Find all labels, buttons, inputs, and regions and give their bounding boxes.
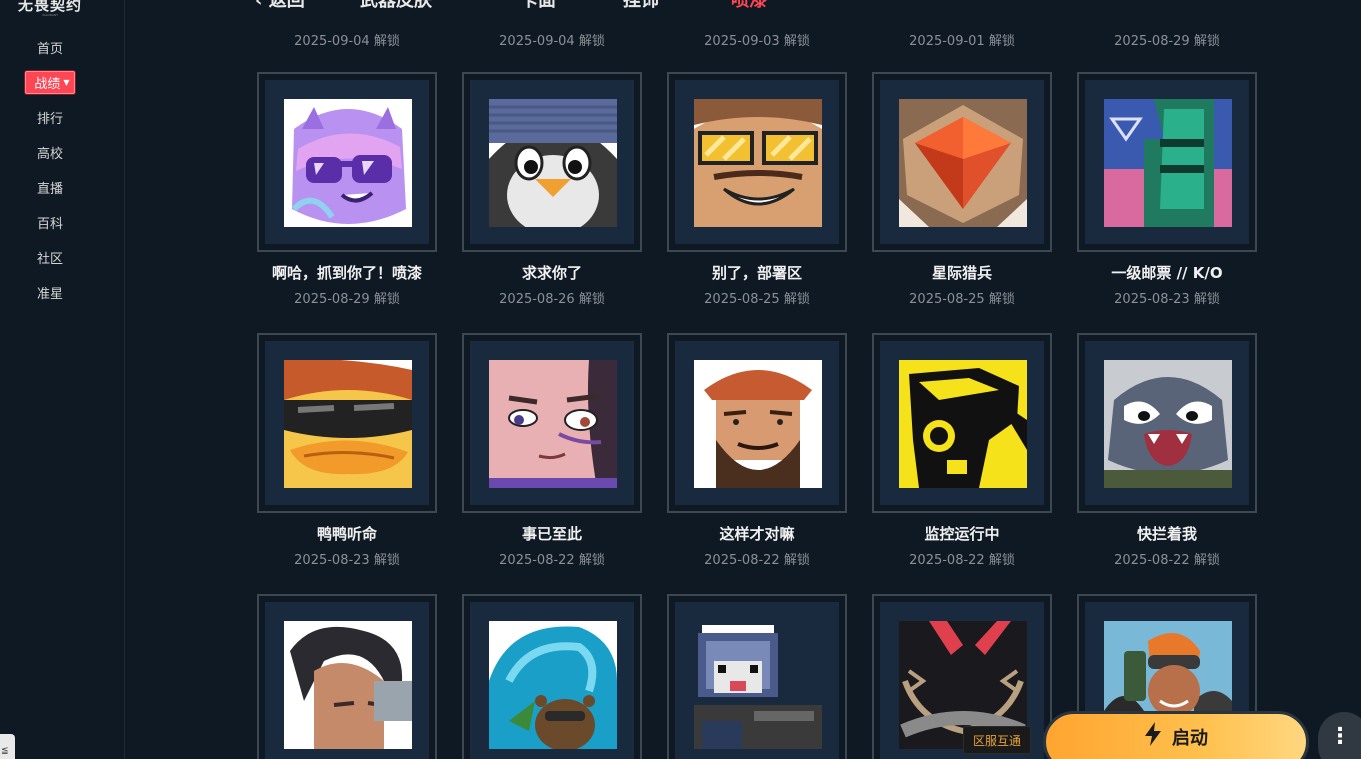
spray-unlock-date: 2025-08-25 解锁 — [704, 292, 810, 307]
wave-bear-spray-icon — [489, 621, 617, 749]
yellow-surveillance-spray-icon — [899, 360, 1027, 488]
sidebar-item-community[interactable]: 社区 — [0, 240, 100, 275]
sidebar-item-crosshair[interactable]: 准星 — [0, 275, 100, 310]
spray-frame — [1077, 333, 1257, 513]
spray-name: 鸭鸭听命 — [316, 525, 377, 543]
spray-name: 快拦着我 — [1136, 525, 1197, 543]
spray-name: 一级邮票 // K/O — [1111, 264, 1223, 282]
spray-frame — [667, 72, 847, 252]
duck-sunglasses-spray-icon — [284, 360, 412, 488]
spray-frame — [872, 333, 1052, 513]
sidebar-item-label: 准星 — [36, 287, 63, 302]
sidebar-item-label: 战绩 — [34, 77, 61, 92]
sidebar-item-wiki[interactable]: 百科 — [0, 205, 100, 240]
sidebar-item-label: 首页 — [36, 42, 63, 57]
launch-label: 启动 — [1172, 728, 1208, 749]
prev-row-date: 2025-09-04 解锁 — [499, 34, 605, 49]
sidebar-item-label: 百科 — [36, 217, 63, 232]
spray-unlock-date: 2025-08-23 解锁 — [1114, 292, 1220, 307]
back-tab[interactable]: ‹ 返回 — [255, 0, 305, 12]
back-icon: ‹ — [255, 0, 263, 11]
spray-name: 别了，部署区 — [711, 264, 802, 282]
sidebar-item-label: 高校 — [36, 147, 63, 162]
tab-label: 返回 — [268, 0, 305, 11]
spray-frame — [667, 333, 847, 513]
prev-row-date: 2025-09-04 解锁 — [294, 34, 400, 49]
spray-unlock-date: 2025-08-22 解锁 — [499, 553, 605, 568]
more-button[interactable]: ⋮ — [1318, 712, 1361, 759]
spray-frame — [257, 333, 437, 513]
penguin-beanie-spray-icon — [489, 99, 617, 227]
tab-weapon-skins[interactable]: 武器皮肤 — [360, 0, 432, 12]
spray-frame — [667, 594, 847, 759]
spray-name: 星际猎兵 — [931, 264, 992, 282]
spray-frame — [462, 72, 642, 252]
tab-cards[interactable]: 卡面 — [520, 0, 556, 12]
spray-unlock-date: 2025-08-26 解锁 — [499, 292, 605, 307]
sidebar-item-college[interactable]: 高校 — [0, 135, 100, 170]
collapse-sidebar-button[interactable]: ≦ — [0, 734, 15, 759]
spray-frame — [257, 72, 437, 252]
sidebar-item-live[interactable]: 直播 — [0, 170, 100, 205]
cross-region-badge[interactable]: 区服互通 — [963, 726, 1031, 754]
prev-row-date: 2025-08-29 解锁 — [1114, 34, 1220, 49]
prev-row-date: 2025-09-01 解锁 — [909, 34, 1015, 49]
spray-unlock-date: 2025-08-25 解锁 — [909, 292, 1015, 307]
caret-down-icon: ▼ — [63, 78, 70, 87]
purple-cat-sunglasses-spray-icon — [284, 99, 412, 227]
more-vertical-icon: ⋮ — [1329, 724, 1351, 749]
curly-hair-man-spray-icon — [284, 621, 412, 749]
spray-name: 这样才对嘛 — [719, 525, 795, 543]
star-hunter-emblem-spray-icon — [899, 99, 1027, 227]
spray-unlock-date: 2025-08-22 解锁 — [1114, 553, 1220, 568]
spray-name: 事已至此 — [521, 525, 582, 543]
sidebar-item-label: 排行 — [36, 112, 63, 127]
spray-unlock-date: 2025-08-29 解锁 — [294, 292, 400, 307]
spray-frame — [257, 594, 437, 759]
spray-frame — [462, 594, 642, 759]
sidebar-nav: 首页 战绩 ▼ 排行 高校 直播 百科 社区 准星 — [0, 30, 100, 310]
sloth-roaring-spray-icon — [1104, 360, 1232, 488]
sidebar: 无畏契约 VALORANT 首页 战绩 ▼ 排行 高校 直播 百科 社区 准星 ≦ — [0, 0, 125, 759]
sidebar-item-active-pill[interactable]: 战绩 ▼ — [25, 71, 75, 94]
sidebar-item-stats[interactable]: 战绩 ▼ — [0, 65, 100, 100]
spray-unlock-date: 2025-08-22 解锁 — [909, 553, 1015, 568]
sidebar-item-label: 直播 — [36, 182, 63, 197]
sidebar-item-ranking[interactable]: 排行 — [0, 100, 100, 135]
pixel-panda-spray-icon — [694, 621, 822, 749]
spray-name: 啊哈，抓到你了！喷漆 — [271, 264, 422, 282]
sidebar-item-home[interactable]: 首页 — [0, 30, 100, 65]
prev-row-date: 2025-09-03 解锁 — [704, 34, 810, 49]
launch-button[interactable]: 启动 — [1043, 711, 1309, 759]
spray-name: 求求你了 — [521, 264, 582, 282]
tab-sprays[interactable]: 喷漆 — [731, 0, 767, 12]
grinning-man-shades-spray-icon — [694, 99, 822, 227]
smirking-woman-spray-icon — [489, 360, 617, 488]
tab-charms[interactable]: 挂饰 — [623, 0, 659, 12]
spray-unlock-date: 2025-08-23 解锁 — [294, 553, 400, 568]
spray-frame — [872, 72, 1052, 252]
ko-stamp-spray-icon — [1104, 99, 1232, 227]
app-window: 无畏契约 VALORANT 首页 战绩 ▼ 排行 高校 直播 百科 社区 准星 ≦… — [0, 0, 1361, 759]
spray-name: 监控运行中 — [924, 525, 1000, 543]
spray-frame — [462, 333, 642, 513]
spray-unlock-date: 2025-08-22 解锁 — [704, 553, 810, 568]
lightning-bolt-icon — [1144, 722, 1162, 752]
bearded-soldier-spray-icon — [694, 360, 822, 488]
spray-frame — [1077, 72, 1257, 252]
sidebar-item-label: 社区 — [36, 252, 63, 267]
app-logo-sub: VALORANT — [42, 13, 58, 17]
